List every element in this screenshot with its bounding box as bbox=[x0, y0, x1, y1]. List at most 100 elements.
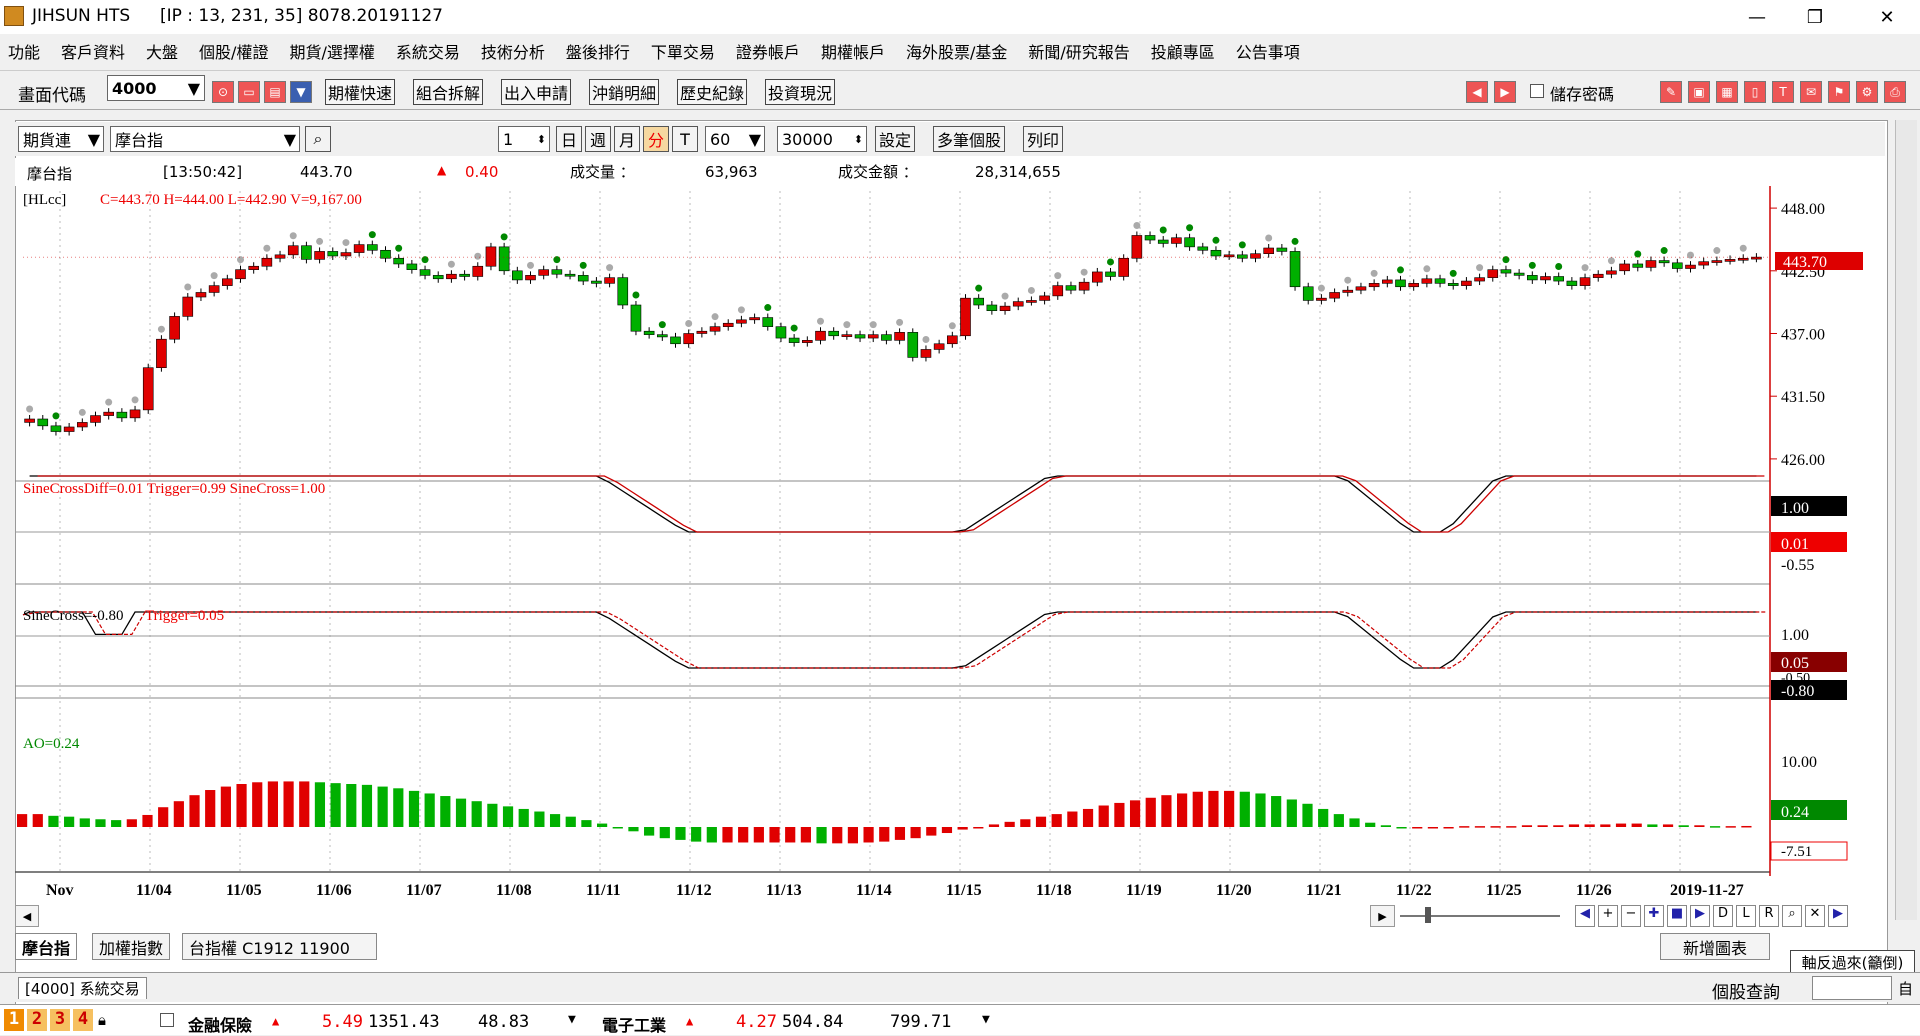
chart-area[interactable]: [HLcc] C=443.70 H=444.00 L=442.90 V=9,16… bbox=[15, 186, 1885, 906]
menu-technical[interactable]: 技術分析 bbox=[481, 39, 545, 63]
count-stepper[interactable]: 1 ⬍ bbox=[498, 126, 550, 152]
contract-type-value: 期貨連 bbox=[23, 131, 72, 150]
close-button[interactable]: ✕ bbox=[1858, 0, 1916, 34]
menu-function[interactable]: 功能 bbox=[8, 39, 40, 63]
symbol-select[interactable]: 摩台指 ▼ bbox=[110, 126, 300, 152]
sine-trigger-tag: 0.05 bbox=[1781, 655, 1809, 672]
menu-securities-account[interactable]: 證券帳戶 bbox=[736, 39, 800, 63]
period-day-button[interactable]: 日 bbox=[556, 126, 582, 152]
print-button[interactable]: 列印 bbox=[1023, 126, 1064, 152]
signal-dot bbox=[1634, 250, 1642, 258]
x-tick-label: 11/15 bbox=[946, 882, 982, 899]
menu-futures[interactable]: 期貨/選擇權 bbox=[289, 39, 374, 63]
text-icon[interactable]: T bbox=[1772, 81, 1794, 103]
options-quick-button[interactable]: 期權快速 bbox=[325, 79, 396, 105]
ao-bar bbox=[894, 827, 906, 840]
print-icon[interactable]: ⎙ bbox=[1884, 81, 1906, 103]
chart-icon[interactable]: ▤ bbox=[264, 81, 286, 103]
menu-advisor[interactable]: 投顧專區 bbox=[1151, 39, 1215, 63]
menu-stocks[interactable]: 個股/權證 bbox=[199, 39, 268, 63]
minimize-button[interactable]: — bbox=[1728, 0, 1786, 34]
candle-body bbox=[1566, 280, 1578, 286]
candle-body bbox=[960, 297, 971, 337]
stop-icon[interactable]: ■ bbox=[1667, 905, 1687, 927]
screen-code-input[interactable]: 4000 ▼ bbox=[107, 75, 205, 101]
minutes-select[interactable]: 60 ▼ bbox=[705, 126, 765, 152]
play-icon[interactable]: ▶ bbox=[1690, 905, 1710, 927]
stock-query-input[interactable] bbox=[1812, 976, 1892, 1000]
period-month-button[interactable]: 月 bbox=[614, 126, 640, 152]
menu-order[interactable]: 下單交易 bbox=[651, 39, 715, 63]
contract-type-select[interactable]: 期貨連 ▼ bbox=[18, 126, 104, 152]
menu-news[interactable]: 新聞/研究報告 bbox=[1028, 39, 1129, 63]
ao-bar bbox=[1427, 827, 1438, 829]
period-tick-button[interactable]: T bbox=[672, 126, 698, 152]
arrow-left-icon[interactable]: ◀ bbox=[1466, 81, 1488, 103]
dropdown-icon[interactable]: ▼ bbox=[290, 81, 312, 103]
menu-customer[interactable]: 客戶資料 bbox=[61, 39, 125, 63]
multi-stock-button[interactable]: 多筆個股 bbox=[933, 126, 1006, 152]
pin-icon[interactable]: ⚑ bbox=[1828, 81, 1850, 103]
vertical-scrollbar[interactable] bbox=[1895, 120, 1917, 920]
period-week-button[interactable]: 週 bbox=[585, 126, 611, 152]
status-tab[interactable]: [4000] 系統交易 bbox=[18, 977, 147, 999]
lock-icon[interactable]: 🔒︎ bbox=[98, 1011, 106, 1029]
menu-futures-account[interactable]: 期權帳戶 bbox=[821, 39, 885, 63]
document-icon[interactable]: ▯ bbox=[1744, 81, 1766, 103]
ticker-checkbox[interactable] bbox=[160, 1013, 174, 1027]
offset-detail-button[interactable]: 沖銷明細 bbox=[589, 79, 660, 105]
investment-status-button[interactable]: 投資現況 bbox=[765, 79, 836, 105]
bars-stepper[interactable]: 30000 ⬍ bbox=[777, 126, 867, 152]
zoom-out-icon[interactable]: − bbox=[1621, 905, 1641, 927]
history-button[interactable]: 歷史紀錄 bbox=[677, 79, 748, 105]
menu-overseas[interactable]: 海外股票/基金 bbox=[906, 39, 1007, 63]
first-icon[interactable]: ◀ bbox=[1575, 905, 1595, 927]
tab-option[interactable]: 台指權 C1912 11900 bbox=[182, 933, 377, 960]
period-minute-button[interactable]: 分 bbox=[643, 126, 669, 152]
settings-button[interactable]: 設定 bbox=[875, 126, 916, 152]
menu-system-trade[interactable]: 系統交易 bbox=[396, 39, 460, 63]
last-icon[interactable]: ▶ bbox=[1828, 905, 1848, 927]
page-1-button[interactable]: 1 bbox=[4, 1009, 24, 1031]
note-icon[interactable]: ✉ bbox=[1800, 81, 1822, 103]
signal-dot bbox=[184, 283, 192, 291]
folder-icon[interactable]: ▭ bbox=[238, 81, 260, 103]
page-3-button[interactable]: 3 bbox=[50, 1009, 70, 1031]
restore-button[interactable]: ❐ bbox=[1786, 0, 1844, 34]
ao-bar bbox=[1553, 825, 1564, 827]
menu-market[interactable]: 大盤 bbox=[146, 39, 178, 63]
crosshair-icon[interactable]: ✚ bbox=[1644, 905, 1664, 927]
menu-announcement[interactable]: 公告事項 bbox=[1236, 39, 1300, 63]
arrow-right-icon[interactable]: ▶ bbox=[1494, 81, 1516, 103]
l-icon[interactable]: L bbox=[1736, 905, 1756, 927]
tab-mtx[interactable]: 摩台指 bbox=[15, 933, 78, 960]
tab-taiex[interactable]: 加權指數 bbox=[92, 933, 171, 960]
search-icon[interactable]: ⊙ bbox=[212, 81, 234, 103]
save-password-checkbox[interactable] bbox=[1530, 84, 1544, 98]
tools-icon[interactable]: ⚙ bbox=[1856, 81, 1878, 103]
magnifier-icon[interactable]: ⌕ bbox=[305, 126, 331, 152]
add-chart-button[interactable]: 新增圖表 bbox=[1660, 933, 1770, 960]
signal-dot bbox=[711, 313, 719, 321]
chevron-down-icon[interactable]: ▼ bbox=[982, 1012, 990, 1027]
window-icon[interactable]: ▣ bbox=[1688, 81, 1710, 103]
magnifier-icon[interactable]: ⌕ bbox=[1782, 905, 1802, 927]
page-2-button[interactable]: 2 bbox=[27, 1009, 47, 1031]
d-icon[interactable]: D bbox=[1713, 905, 1733, 927]
scroll-left-icon[interactable]: ◀ bbox=[15, 905, 39, 927]
signal-dot bbox=[1212, 236, 1220, 244]
chevron-down-icon[interactable]: ▼ bbox=[568, 1012, 576, 1027]
combo-split-button[interactable]: 組合拆解 bbox=[413, 79, 484, 105]
close-chart-icon[interactable]: ✕ bbox=[1805, 905, 1825, 927]
scroll-right-icon[interactable]: ▶ bbox=[1370, 905, 1395, 927]
page-4-button[interactable]: 4 bbox=[73, 1009, 93, 1031]
ao-bar bbox=[267, 781, 278, 827]
grid-icon[interactable]: ▦ bbox=[1716, 81, 1738, 103]
zoom-slider-thumb[interactable] bbox=[1425, 907, 1431, 923]
zoom-in-icon[interactable]: + bbox=[1598, 905, 1618, 927]
menu-ranking[interactable]: 盤後排行 bbox=[566, 39, 630, 63]
zoom-slider[interactable] bbox=[1400, 915, 1560, 917]
deposit-withdraw-button[interactable]: 出入申請 bbox=[501, 79, 572, 105]
edit-icon[interactable]: ✎ bbox=[1660, 81, 1682, 103]
r-icon[interactable]: R bbox=[1759, 905, 1779, 927]
